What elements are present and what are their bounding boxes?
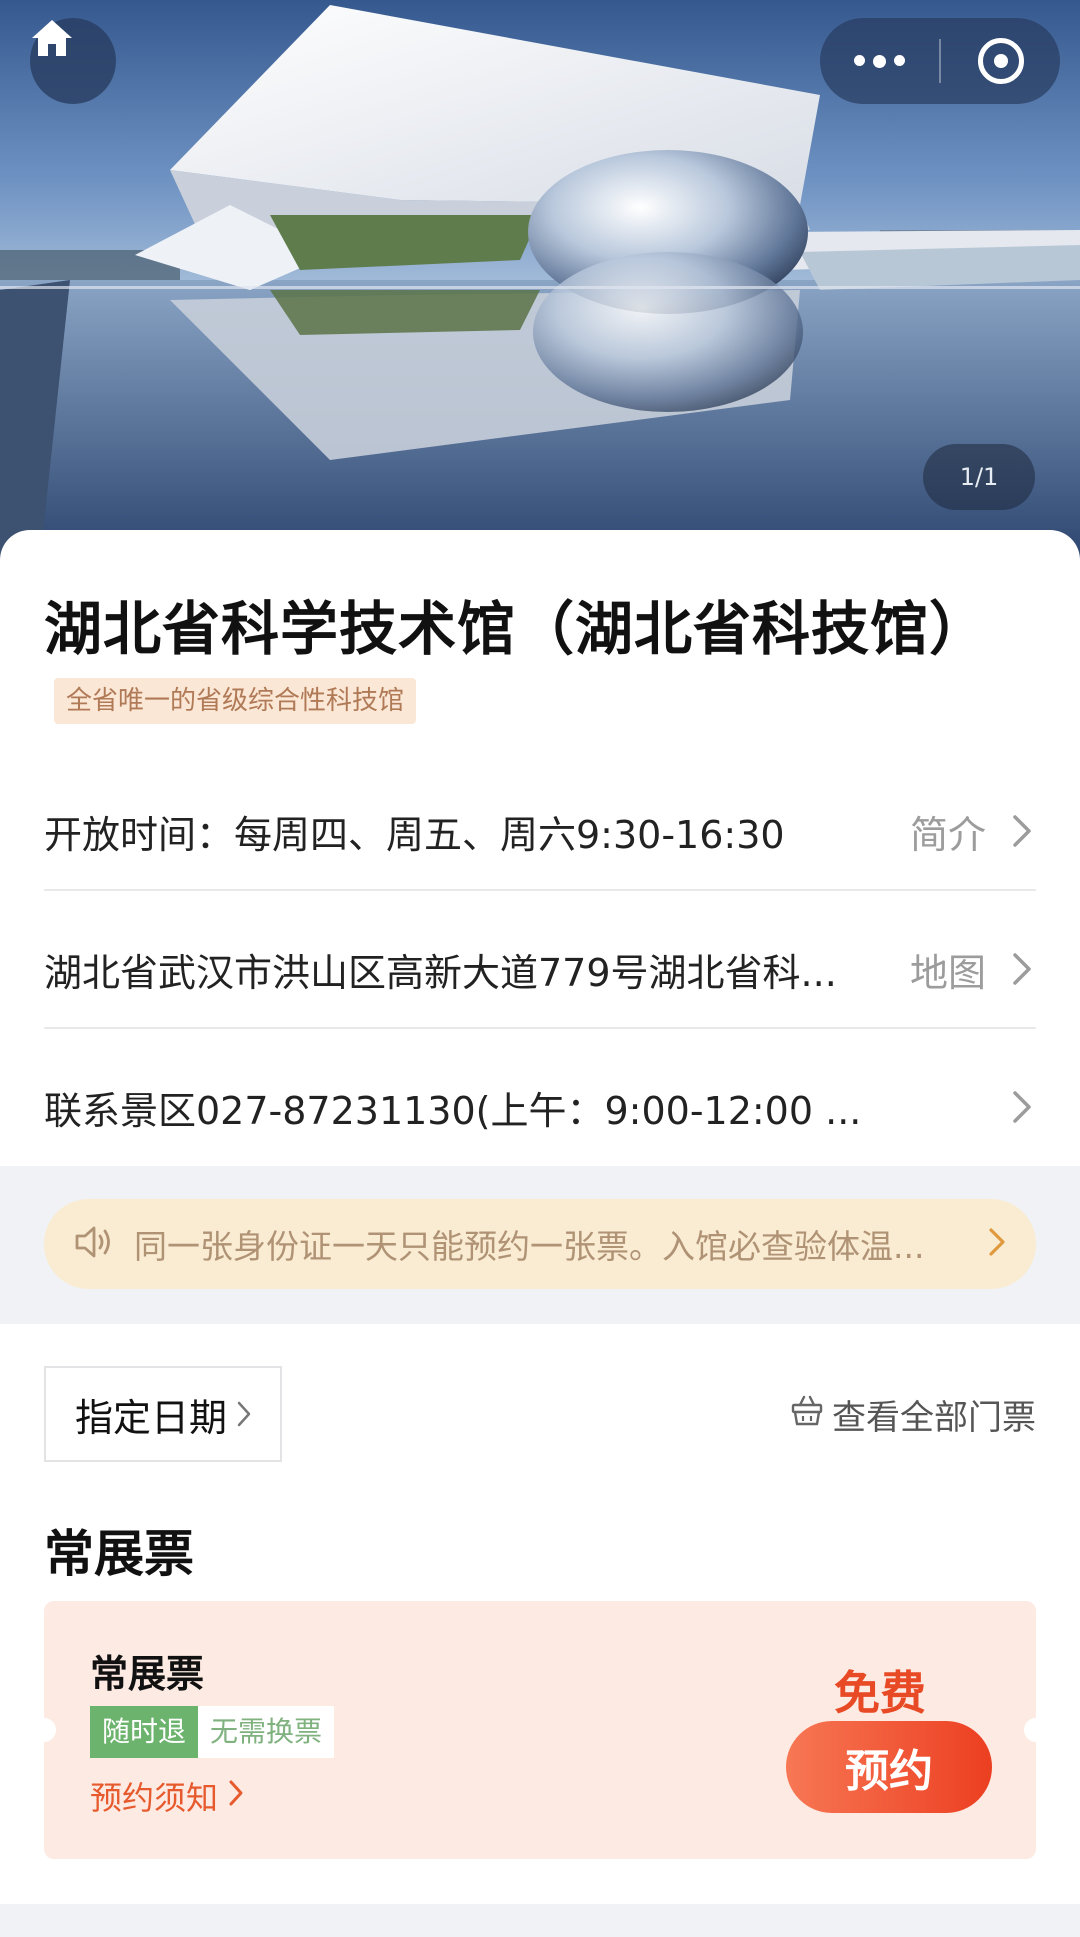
ticket-card: 常展票 随时退 无需换票 预约须知 免费 预约 — [32, 1601, 1048, 1859]
section-title: 常展票 — [44, 1525, 194, 1583]
ticket-name: 常展票 — [90, 1652, 205, 1696]
contact-text: 联系景区027-87231130(上午：9:00-12:00 ... — [44, 1088, 862, 1133]
opening-hours-row[interactable]: 开放时间：每周四、周五、周六9:30-16:30 简介 — [44, 762, 1036, 900]
more-dots-icon — [854, 54, 905, 68]
venue-title: 湖北省科学技术馆（湖北省科技馆） — [44, 595, 989, 663]
refund-badge: 随时退 — [90, 1706, 199, 1758]
view-all-tickets-label: 查看全部门票 — [832, 1398, 1036, 1438]
notice-text: 同一张身份证一天只能预约一张票。入馆必查验体温... — [134, 1227, 925, 1266]
contact-row[interactable]: 联系景区027-87231130(上午：9:00-12:00 ... — [44, 1038, 1036, 1176]
ticket-price: 免费 — [834, 1666, 926, 1720]
target-circle-icon — [977, 38, 1024, 84]
intro-link[interactable]: 简介 — [910, 804, 986, 859]
map-link[interactable]: 地图 — [910, 942, 986, 997]
address-row[interactable]: 湖北省武汉市洪山区高新大道779号湖北省科... 地图 — [44, 900, 1036, 1038]
chevron-right-icon — [988, 1227, 1006, 1261]
booking-notes-label: 预约须知 — [90, 1779, 219, 1817]
venue-tag: 全省唯一的省级综合性科技馆 — [54, 678, 417, 724]
view-all-tickets-link[interactable]: 查看全部门票 — [790, 1390, 1036, 1439]
tickets-section: 指定日期 查看全部门票 常展票 常展票 随时退 无需换票 预约须知 免费 预约 — [0, 1324, 1080, 1904]
no-exchange-badge: 无需换票 — [198, 1706, 335, 1758]
home-button[interactable] — [30, 18, 116, 104]
basket-icon — [790, 1393, 832, 1436]
chevron-right-icon — [237, 1392, 251, 1436]
select-date-label: 指定日期 — [74, 1395, 227, 1440]
divider — [44, 1027, 1036, 1029]
ticket-badges: 随时退 无需换票 — [90, 1706, 335, 1758]
image-counter: 1/1 — [923, 444, 1035, 510]
chevron-right-icon — [1012, 951, 1036, 987]
select-date-button[interactable]: 指定日期 — [44, 1366, 282, 1462]
more-button[interactable] — [820, 18, 939, 104]
speaker-icon — [74, 1224, 114, 1264]
chevron-right-icon — [218, 1777, 244, 1815]
booking-notes-link[interactable]: 预约须知 — [90, 1773, 244, 1819]
venue-info-card: 湖北省科学技术馆（湖北省科技馆） 全省唯一的省级综合性科技馆 开放时间：每周四、… — [0, 530, 1080, 1166]
book-button[interactable]: 预约 — [786, 1721, 992, 1813]
divider — [44, 889, 1036, 891]
chevron-right-icon — [1012, 813, 1036, 849]
ticket-notch — [1024, 1718, 1048, 1742]
notice-banner[interactable]: 同一张身份证一天只能预约一张票。入馆必查验体温... — [44, 1199, 1036, 1289]
ticket-notch — [32, 1718, 56, 1742]
opening-hours-text: 开放时间：每周四、周五、周六9:30-16:30 — [44, 812, 785, 857]
address-text: 湖北省武汉市洪山区高新大道779号湖北省科... — [44, 950, 837, 995]
miniprogram-capsule — [820, 18, 1060, 104]
close-miniprogram-button[interactable] — [941, 18, 1060, 104]
chevron-right-icon — [1012, 1089, 1036, 1125]
hero-image: 1/1 — [0, 0, 1080, 560]
